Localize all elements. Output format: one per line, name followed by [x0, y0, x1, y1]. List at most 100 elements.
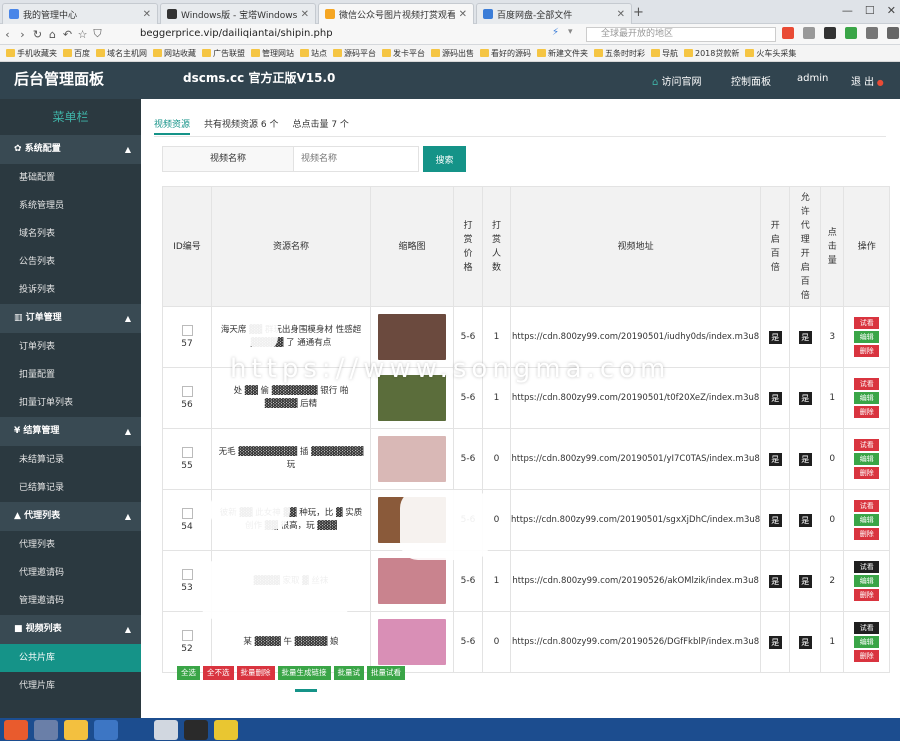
bookmark-item[interactable]: 域名主机网 — [96, 48, 147, 59]
hundred-toggle[interactable]: 是 — [768, 635, 782, 649]
bulk-action-button[interactable]: 批量试 — [333, 666, 364, 680]
sidebar-item[interactable]: 代理列表 — [0, 531, 141, 559]
agent-hundred-toggle[interactable]: 是 — [798, 513, 812, 527]
sidebar-item[interactable]: 基础配置 — [0, 164, 141, 192]
hundred-toggle[interactable]: 是 — [768, 452, 782, 466]
taskbar-app-icon[interactable] — [94, 719, 118, 740]
row-checkbox[interactable] — [181, 508, 193, 519]
agent-hundred-toggle[interactable]: 是 — [798, 635, 812, 649]
star-icon[interactable]: ☆ — [75, 28, 90, 41]
agent-hundred-toggle[interactable]: 是 — [798, 330, 812, 344]
sidebar-section[interactable]: ¥ 结算管理 ▲ — [0, 417, 141, 446]
sidebar-item[interactable]: 扣量配置 — [0, 361, 141, 389]
edit-button[interactable]: 编辑 — [854, 575, 880, 587]
sidebar-item[interactable]: 系统管理员 — [0, 192, 141, 220]
logout-link[interactable]: 退 出 ● — [851, 73, 884, 88]
close-icon[interactable]: ✕ — [617, 9, 625, 20]
bookmark-item[interactable]: 管理网站 — [251, 48, 294, 59]
sidebar-item[interactable]: 域名列表 — [0, 220, 141, 248]
edit-button[interactable]: 编辑 — [854, 453, 880, 465]
gear-icon[interactable] — [887, 27, 899, 39]
forward-icon[interactable]: › — [15, 28, 30, 41]
search-input[interactable]: 全球最开放的地区 — [586, 27, 776, 42]
preview-button[interactable]: 试看 — [854, 317, 880, 329]
bookmark-item[interactable]: 百度 — [63, 48, 90, 59]
agent-hundred-toggle[interactable]: 是 — [798, 574, 812, 588]
undo-icon[interactable]: ↶ — [60, 28, 75, 41]
hundred-toggle[interactable]: 是 — [768, 330, 782, 344]
preview-button[interactable]: 试看 — [854, 439, 880, 451]
video-name-input[interactable] — [294, 146, 419, 172]
taskbar-app-icon[interactable] — [184, 719, 208, 740]
bulk-action-button[interactable]: 全选 — [177, 666, 200, 680]
bookmark-item[interactable]: 站点 — [300, 48, 327, 59]
sidebar-item[interactable]: 公共片库 — [0, 644, 141, 672]
bookmark-item[interactable]: 源码平台 — [333, 48, 376, 59]
close-icon[interactable]: ✕ — [459, 9, 467, 20]
delete-button[interactable]: 删除 — [854, 345, 880, 357]
browser-tab-2[interactable]: Windows版 - 宝塔Windows面板 ✕ — [160, 3, 316, 24]
delete-button[interactable]: 删除 — [854, 467, 880, 479]
sidebar-item[interactable]: 已结算记录 — [0, 474, 141, 502]
sidebar-item[interactable]: 订单列表 — [0, 333, 141, 361]
close-window-icon[interactable]: ✕ — [887, 4, 896, 17]
sidebar-section[interactable]: ■ 视频列表 ▲ — [0, 615, 141, 644]
search-button[interactable]: 搜索 — [423, 146, 466, 172]
row-checkbox[interactable] — [181, 569, 193, 580]
bookmark-item[interactable]: 广告联盟 — [202, 48, 245, 59]
sidebar-item[interactable]: 代理邀请码 — [0, 559, 141, 587]
bulk-action-button[interactable]: 全不选 — [203, 666, 234, 680]
edit-button[interactable]: 编辑 — [854, 636, 880, 648]
agent-hundred-toggle[interactable]: 是 — [798, 452, 812, 466]
visit-site-link[interactable]: ⌂ 访问官网 — [652, 73, 702, 88]
row-checkbox[interactable] — [181, 447, 193, 458]
bulk-action-button[interactable]: 批量生成链接 — [277, 666, 331, 680]
preview-button[interactable]: 试看 — [854, 561, 880, 573]
back-icon[interactable]: ‹ — [0, 28, 15, 41]
close-icon[interactable]: ✕ — [143, 9, 151, 20]
sidebar-item[interactable]: 未结算记录 — [0, 446, 141, 474]
scissors-icon[interactable] — [866, 27, 878, 39]
row-checkbox[interactable] — [181, 325, 193, 336]
bookmark-item[interactable]: 看好的源码 — [480, 48, 531, 59]
bulk-action-button[interactable]: 批量试看 — [367, 666, 405, 680]
user-menu[interactable]: admin — [797, 73, 828, 84]
dropdown-icon[interactable]: ▾ — [568, 27, 573, 37]
row-checkbox[interactable] — [181, 630, 193, 641]
sidebar-section[interactable]: ✿ 系统配置 ▲ — [0, 135, 141, 164]
hundred-toggle[interactable]: 是 — [768, 391, 782, 405]
sidebar-section[interactable]: ▲ 代理列表 ▲ — [0, 502, 141, 531]
browser-tab-1[interactable]: 我的管理中心 ✕ — [2, 3, 158, 24]
extension-icon[interactable] — [782, 27, 794, 39]
bulk-action-button[interactable]: 批量删除 — [236, 666, 275, 680]
taskbar-app-icon[interactable] — [214, 719, 238, 740]
edit-button[interactable]: 编辑 — [854, 514, 880, 526]
close-icon[interactable]: ✕ — [301, 9, 309, 20]
control-panel-link[interactable]: 控制面板 — [731, 73, 771, 88]
delete-button[interactable]: 删除 — [854, 589, 880, 601]
maximize-icon[interactable]: ☐ — [865, 4, 875, 17]
preview-button[interactable]: 试看 — [854, 500, 880, 512]
delete-button[interactable]: 删除 — [854, 528, 880, 540]
bookmark-item[interactable]: 新建文件夹 — [537, 48, 588, 59]
lightning-icon[interactable]: ⚡ — [552, 27, 559, 38]
minimize-icon[interactable]: — — [842, 4, 853, 17]
bookmark-item[interactable]: 源码出售 — [431, 48, 474, 59]
taskbar-app-icon[interactable] — [64, 719, 88, 740]
row-checkbox[interactable] — [181, 386, 193, 397]
sidebar-item[interactable]: 扣量订单列表 — [0, 389, 141, 417]
bookmark-item[interactable]: 五条时时彩 — [594, 48, 645, 59]
tab-video-resources[interactable]: 视频资源 — [154, 113, 191, 135]
hundred-toggle[interactable]: 是 — [768, 574, 782, 588]
bookmark-item[interactable]: 火车头采集 — [745, 48, 796, 59]
extension-icon[interactable] — [845, 27, 857, 39]
preview-button[interactable]: 试看 — [854, 378, 880, 390]
preview-button[interactable]: 试看 — [854, 622, 880, 634]
bookmark-item[interactable]: 网站收藏 — [153, 48, 196, 59]
sidebar-item[interactable]: 代理片库 — [0, 672, 141, 700]
new-tab-button[interactable]: + — [633, 5, 644, 20]
edit-button[interactable]: 编辑 — [854, 392, 880, 404]
address-bar[interactable]: beggerprice.vip/dailiqiantai/shipin.php — [140, 28, 333, 39]
browser-tab-3[interactable]: 微信公众号图片视频打赏观看电影 ✕ — [318, 3, 474, 24]
refresh-icon[interactable]: ↻ — [30, 28, 45, 41]
